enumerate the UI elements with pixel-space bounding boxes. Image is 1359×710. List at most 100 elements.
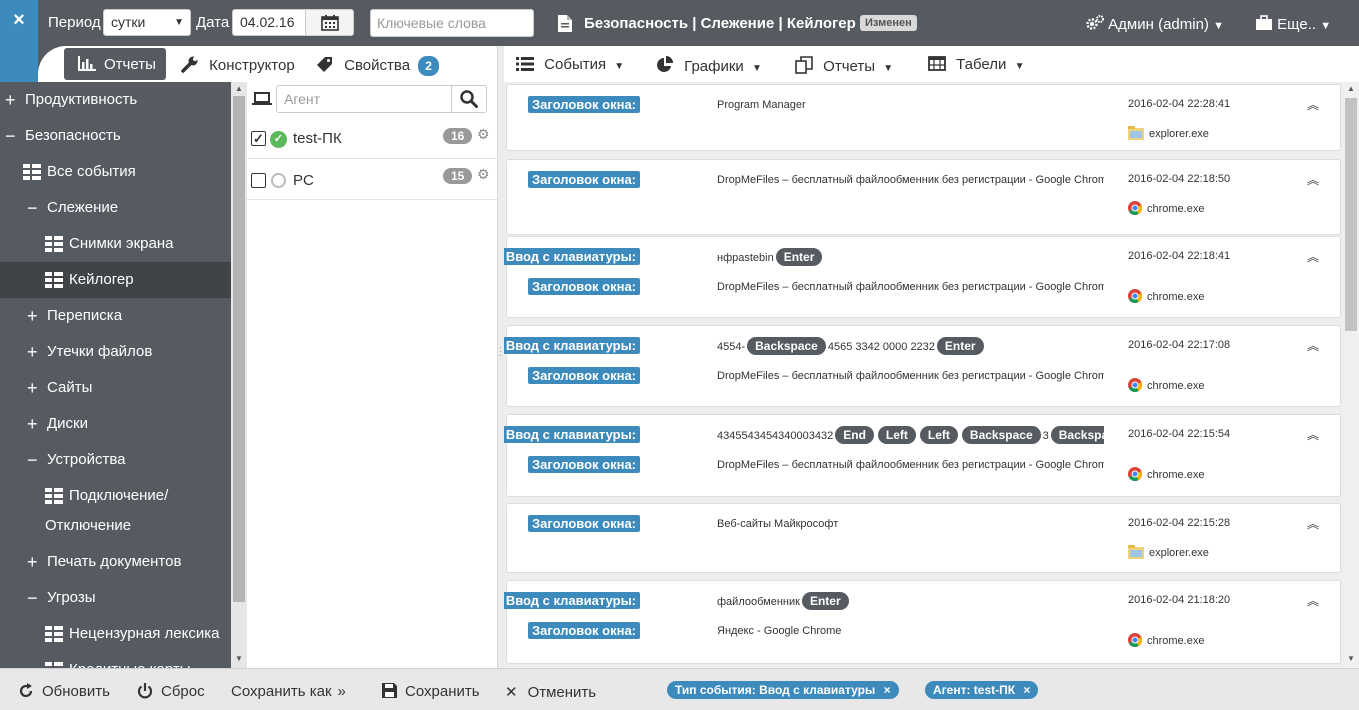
page-title: Безопасность | Слежение | Кейлогер [584,15,856,32]
sidebar-item-disconnect[interactable]: Отключение [0,508,231,544]
sidebar-item-disks[interactable]: + Диски [0,406,231,442]
filter-chip-agent[interactable]: Агент: test-ПК × [925,681,1039,699]
grid-report-icon [45,236,63,252]
keywords-input[interactable]: Ключевые слова [370,9,534,37]
agent-name: PC [293,172,314,189]
collapse-chevron-icon[interactable]: ︽ [1307,171,1319,188]
save-as-button[interactable]: Сохранить как » [231,683,346,700]
collapse-chevron-icon[interactable]: ︽ [1307,248,1319,265]
gears-icon[interactable]: ⚙ [477,126,490,143]
keyboard-input-value: 4554- Backspace 4565 3342 0000 2232 Enter [717,337,1104,356]
key-badge: Enter [801,592,849,610]
date-input[interactable]: 04.02.16 [232,9,306,36]
cancel-button[interactable]: ✕ Отменить [505,683,596,701]
offline-status-icon [271,173,286,188]
sidebar-item-threats[interactable]: − Угрозы [0,580,231,616]
process-label: chrome.exe [1147,291,1205,303]
sidebar-item-all-events[interactable]: Все события [0,154,231,190]
window-title-label: Заголовок окна: [528,515,640,532]
process-name: explorer.exe [1128,545,1209,559]
sidebar-item-printing[interactable]: + Печать документов [0,544,231,580]
collapse-chevron-icon[interactable]: ︽ [1307,426,1319,443]
chrome-icon [1128,289,1143,303]
period-select[interactable]: сутки ▼ [103,9,191,36]
filter-chip-event-type[interactable]: Тип события: Ввод с клавиатуры × [667,681,899,699]
sidebar-item-label: Нецензурная лексика [69,625,220,642]
agent-search-input[interactable]: Агент [276,85,452,113]
sidebar-item-profanity[interactable]: Нецензурная лексика [0,616,231,652]
reset-button[interactable]: Сброс [137,683,205,700]
process-name: chrome.exe [1128,633,1204,647]
tab-reports[interactable]: Отчеты [64,48,166,80]
keyboard-input-label: Ввод с клавиатуры: [504,592,640,609]
event-list: Заголовок окна: Program Manager 2016-02-… [504,82,1343,668]
sidebar-item-screenshots[interactable]: Снимки экрана [0,226,231,262]
date-label: Дата [196,14,230,31]
window-title-value: Program Manager [717,99,806,111]
expand-icon: + [27,378,38,398]
gears-icon[interactable]: ⚙ [477,166,490,183]
tab-constructor[interactable]: Конструктор [181,55,295,79]
typed-text: 4345543454340003432 [717,430,834,442]
process-name: chrome.exe [1128,467,1204,481]
report-tabs: События ▼ Графики ▼ Отчеты ▼ Табели ▼ [504,46,1359,82]
event-time: 2016-02-04 22:15:28 [1128,517,1231,529]
agent-search-button[interactable] [451,85,487,113]
sidebar-item-security[interactable]: − Безопасность [0,118,231,154]
agent-count-badge: 15 [443,168,473,184]
sidebar-scroll-thumb[interactable] [233,96,245,602]
events-scroll-thumb[interactable] [1345,98,1357,331]
collapse-chevron-icon[interactable]: ︽ [1307,592,1319,609]
collapse-chevron-icon[interactable]: ︽ [1307,96,1319,113]
window-title-label: Заголовок окна: [528,622,640,639]
tab-events[interactable]: События ▼ [516,56,624,73]
sidebar-item-label: Устройства [47,451,126,468]
sidebar-item-tracking[interactable]: − Слежение [0,190,231,226]
checkbox-checked[interactable]: ✓ [251,131,266,146]
save-button[interactable]: Сохранить [382,683,480,700]
admin-menu[interactable]: Админ (admin) ▼ [1086,15,1224,33]
remove-filter-icon[interactable]: × [1023,683,1030,697]
collapse-chevron-icon[interactable]: ︽ [1307,515,1319,532]
tab-charts[interactable]: Графики ▼ [656,56,762,75]
more-label: Еще.. [1277,16,1317,33]
refresh-button[interactable]: Обновить [18,683,110,700]
sidebar-item-label: Утечки файлов [47,343,153,360]
table-icon [928,56,946,71]
process-name: chrome.exe [1128,289,1204,303]
sidebar-item-label: Кейлогер [69,271,134,288]
sidebar-item-keylogger[interactable]: Кейлогер [0,262,231,298]
checkbox-unchecked[interactable] [251,173,266,188]
collapse-chevron-icon[interactable]: ︽ [1307,337,1319,354]
remove-filter-icon[interactable]: × [884,683,891,697]
key-badge: Backspace [1050,426,1104,444]
agent-row[interactable]: ✓ ✓ test-ПК 16 ⚙ [247,118,497,159]
sidebar-item-sites[interactable]: + Сайты [0,370,231,406]
tab-reports-menu[interactable]: Отчеты ▼ [795,56,893,75]
window-title-value: DropMeFiles – бесплатный файлообменник б… [717,459,1104,471]
sidebar-item-devices[interactable]: − Устройства [0,442,231,478]
event-card: Заголовок окна: Program Manager 2016-02-… [506,84,1341,151]
agent-name: test-ПК [293,130,342,147]
more-menu[interactable]: Еще.. ▼ [1255,15,1331,33]
chrome-icon [1128,201,1143,215]
tab-tables[interactable]: Табели ▼ [928,56,1024,73]
tab-properties[interactable]: Свойства 2 [316,55,439,79]
window-title-value: DropMeFiles – бесплатный файлообменник б… [717,281,1104,293]
panel-splitter[interactable]: · · · [497,46,504,668]
agent-row[interactable]: PC 15 ⚙ [247,159,497,200]
collapse-icon: − [27,588,38,608]
calendar-button[interactable] [305,9,354,36]
sidebar-item-file-leaks[interactable]: + Утечки файлов [0,334,231,370]
keyboard-input-value: 4345543454340003432 End Left Left Backspace 3… [717,426,1104,445]
sidebar-item-productivity[interactable]: + Продуктивность [0,82,231,118]
keyboard-input-value: нфpastebin Enter [717,248,1104,267]
sidebar-item-correspondence[interactable]: + Переписка [0,298,231,334]
close-button[interactable]: × [0,0,38,82]
reset-label: Сброс [161,683,205,700]
expand-icon: + [27,552,38,572]
collapse-icon: − [27,198,38,218]
sidebar-item-credit-cards[interactable]: Кредитные карты [0,652,231,668]
key-badge: Left [877,426,916,444]
event-card: Заголовок окна: Веб-сайты Майкрософт 201… [506,503,1341,573]
